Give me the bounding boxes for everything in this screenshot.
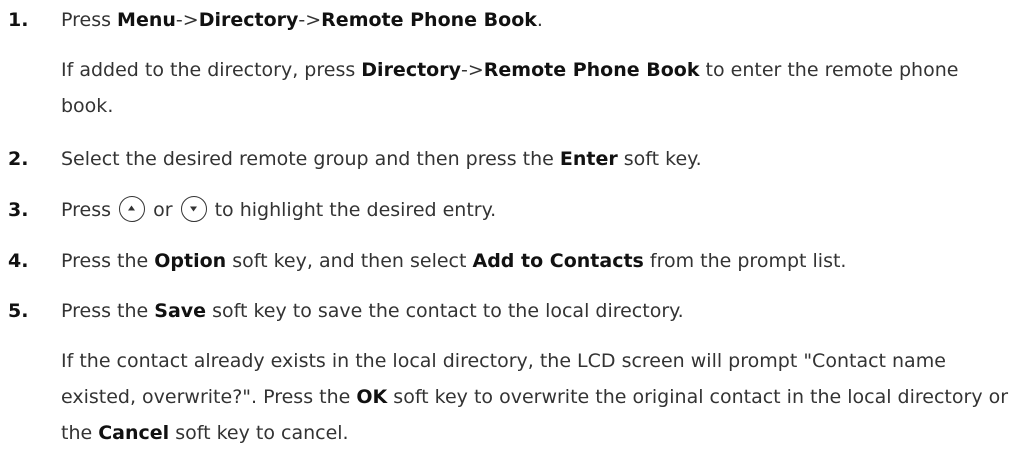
enter-term: Enter bbox=[559, 148, 618, 170]
text: soft key, and then select bbox=[226, 250, 473, 272]
step-1-note: If added to the directory, press Directo… bbox=[61, 52, 1011, 124]
directory-term: Directory bbox=[361, 59, 461, 81]
text: soft key to cancel. bbox=[169, 422, 349, 444]
text: If added to the directory, press bbox=[61, 59, 362, 81]
down-arrow-key-icon bbox=[180, 195, 207, 222]
text: -> bbox=[298, 9, 322, 31]
step-2-instruction: Select the desired remote group and then… bbox=[61, 141, 702, 177]
text: -> bbox=[460, 59, 484, 81]
option-term: Option bbox=[154, 250, 227, 272]
text: from the prompt list. bbox=[643, 250, 847, 272]
add-to-contacts-term: Add to Contacts bbox=[472, 250, 644, 272]
text: Press the bbox=[61, 300, 155, 322]
step-4-instruction: Press the Option soft key, and then sele… bbox=[61, 243, 846, 279]
step-5-instruction: Press the Save soft key to save the cont… bbox=[61, 293, 684, 329]
text: -> bbox=[175, 9, 199, 31]
instruction-document: 1. Press Menu->Directory->Remote Phone B… bbox=[0, 0, 1016, 461]
text: soft key to save the contact to the loca… bbox=[206, 300, 684, 322]
step-number: 2. bbox=[8, 148, 29, 170]
text: Press the bbox=[61, 250, 155, 272]
text: Press bbox=[61, 9, 118, 31]
remote-phone-book-term: Remote Phone Book bbox=[321, 9, 537, 31]
text: to highlight the desired entry. bbox=[208, 199, 497, 221]
text: Select the desired remote group and then… bbox=[61, 148, 560, 170]
step-number: 5. bbox=[8, 300, 29, 322]
text: or bbox=[147, 199, 179, 221]
step-number: 4. bbox=[8, 250, 29, 272]
menu-term: Menu bbox=[117, 9, 176, 31]
text: Press bbox=[61, 199, 118, 221]
directory-term: Directory bbox=[198, 9, 299, 31]
step-number: 1. bbox=[8, 9, 29, 31]
text: soft key. bbox=[617, 148, 702, 170]
ok-term: OK bbox=[356, 386, 388, 408]
up-arrow-key-icon bbox=[119, 195, 146, 222]
cancel-term: Cancel bbox=[98, 422, 170, 444]
step-3-instruction: Press or to highlight the desired entry. bbox=[61, 192, 496, 228]
step-1-instruction: Press Menu->Directory->Remote Phone Book… bbox=[61, 2, 543, 38]
step-number: 3. bbox=[8, 199, 29, 221]
remote-phone-book-term: Remote Phone Book bbox=[483, 59, 700, 81]
step-5-note: If the contact already exists in the loc… bbox=[61, 343, 1011, 451]
save-term: Save bbox=[154, 300, 207, 322]
text: . bbox=[536, 9, 543, 31]
